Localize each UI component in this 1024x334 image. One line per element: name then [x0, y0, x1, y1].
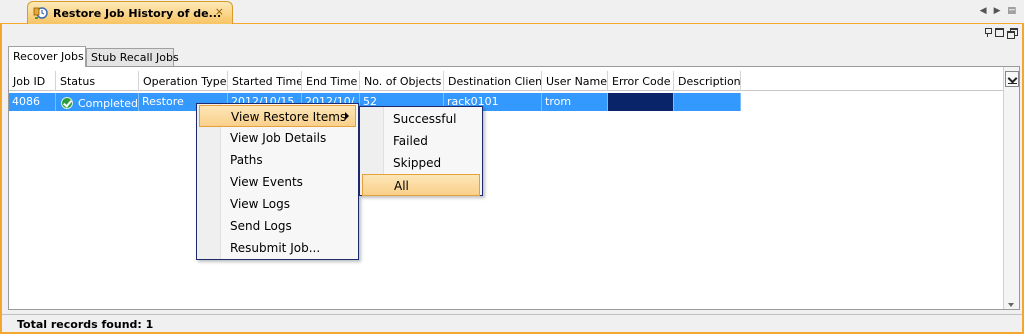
- restore-window-icon[interactable]: [1007, 28, 1018, 39]
- column-header-status[interactable]: Status: [56, 71, 139, 91]
- restore-items-submenu: Successful Failed Skipped All: [359, 106, 483, 196]
- scroll-right-icon[interactable]: ▶: [994, 6, 1001, 16]
- pin-icon[interactable]: [983, 28, 992, 37]
- column-header-started-time[interactable]: Started Time: [228, 71, 302, 91]
- column-chooser-icon[interactable]: [1005, 71, 1019, 87]
- panel-controls: [983, 28, 1018, 39]
- close-icon[interactable]: ×: [215, 6, 224, 18]
- scroll-down-icon[interactable]: [1008, 303, 1014, 307]
- tab-navigation: ◀ ▶ ▤: [980, 6, 1016, 16]
- vertical-scrollbar[interactable]: [1003, 67, 1019, 309]
- submenu-item-successful[interactable]: Successful: [360, 108, 482, 130]
- jobs-table: Job ID Status Operation Type Started Tim…: [8, 66, 1020, 310]
- scroll-left-icon[interactable]: ◀: [980, 6, 987, 16]
- menu-item-view-job-details[interactable]: View Job Details: [197, 127, 358, 149]
- submenu-item-all[interactable]: All: [362, 174, 480, 196]
- column-header-destination-client[interactable]: Destination Client: [444, 71, 542, 91]
- column-header-operation-type[interactable]: Operation Type: [139, 71, 228, 91]
- cell-status: Completed: [56, 93, 139, 111]
- column-header-error-code[interactable]: Error Code: [608, 71, 674, 91]
- status-text: Completed: [78, 96, 138, 110]
- submenu-item-skipped[interactable]: Skipped: [360, 152, 482, 174]
- menu-item-resubmit-job[interactable]: Resubmit Job...: [197, 237, 358, 259]
- table-header: Job ID Status Operation Type Started Tim…: [9, 71, 1003, 91]
- column-header-user-name[interactable]: User Name: [542, 71, 608, 91]
- cell-job-id: 4086: [9, 93, 56, 111]
- menu-item-send-logs[interactable]: Send Logs: [197, 215, 358, 237]
- tab-title: Restore Job History of de...: [53, 6, 222, 20]
- menu-item-paths[interactable]: Paths: [197, 149, 358, 171]
- main-panel: Recover Jobs Stub Recall Jobs Job ID Sta…: [0, 24, 1024, 334]
- column-header-objects[interactable]: No. of Objects: [360, 71, 444, 91]
- menu-item-label: View Restore Items: [231, 110, 347, 124]
- column-header-job-id[interactable]: Job ID: [9, 71, 56, 91]
- tab-list-icon[interactable]: ▤: [1007, 6, 1016, 16]
- completed-check-icon: [61, 97, 73, 109]
- cell-description: [674, 93, 741, 111]
- restore-job-history-tab[interactable]: Restore Job History of de... ×: [27, 1, 233, 24]
- menu-item-view-events[interactable]: View Events: [197, 171, 358, 193]
- menu-item-view-restore-items[interactable]: View Restore Items: [199, 105, 356, 127]
- maximize-icon[interactable]: [995, 28, 1004, 37]
- column-header-end-time[interactable]: End Time: [302, 71, 360, 91]
- menu-item-view-logs[interactable]: View Logs: [197, 193, 358, 215]
- submenu-arrow-icon: [345, 112, 349, 120]
- submenu-item-failed[interactable]: Failed: [360, 130, 482, 152]
- editor-tab-strip: Restore Job History of de... × ◀ ▶ ▤: [0, 0, 1024, 24]
- cell-user-name: trom: [542, 93, 608, 111]
- tab-stub-recall-jobs[interactable]: Stub Recall Jobs: [86, 48, 179, 66]
- job-context-menu: View Restore Items View Job Details Path…: [196, 103, 359, 260]
- job-history-icon: [33, 5, 49, 21]
- cell-error-code: [608, 93, 674, 111]
- total-records-label: Total records found: 1: [2, 314, 1022, 332]
- tab-recover-jobs[interactable]: Recover Jobs: [8, 46, 86, 67]
- column-header-description[interactable]: Description: [674, 71, 741, 91]
